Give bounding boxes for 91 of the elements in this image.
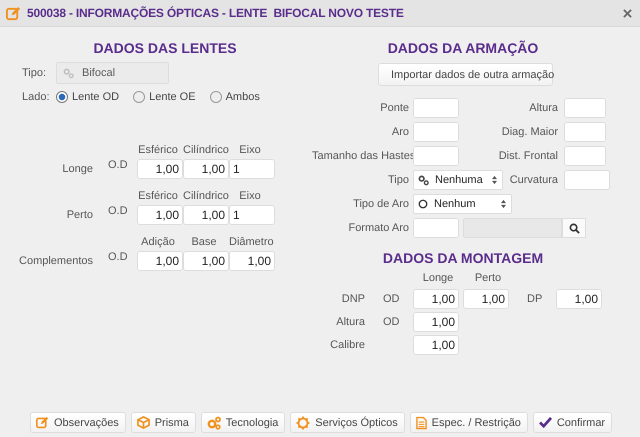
sort-icon — [491, 175, 498, 185]
column-header: Eixo — [238, 144, 262, 156]
input-field[interactable]: 1,00 — [413, 335, 459, 355]
input-field[interactable]: 1 — [229, 159, 275, 179]
circle-icon — [418, 199, 428, 209]
window-title: 500038 - INFORMAÇÕES ÓPTICAS - LENTE BIFOCAL NOVO TESTE — [27, 6, 404, 20]
edit-icon — [36, 416, 49, 429]
eye-label: OD — [382, 293, 400, 305]
field-label: Tipo de Aro — [352, 198, 409, 210]
radio-option[interactable]: Lente OE — [133, 91, 196, 103]
input-field[interactable]: 1,00 — [413, 312, 459, 332]
edit-icon — [6, 6, 21, 20]
cube-icon — [136, 416, 150, 429]
eye-label: O.D — [107, 159, 129, 171]
column-header: Base — [190, 236, 218, 248]
gears-icon — [418, 174, 429, 186]
field-label: Dist. Frontal — [498, 150, 558, 162]
eye-label: OD — [382, 316, 400, 328]
radio-button[interactable] — [133, 91, 146, 103]
field-label: Ponte — [379, 102, 409, 114]
input-field[interactable] — [564, 170, 610, 190]
column-header: Cilíndrico — [183, 190, 229, 202]
input-field[interactable]: 1,00 — [183, 251, 229, 271]
input-field[interactable] — [413, 218, 459, 238]
input-field[interactable]: 1,00 — [137, 159, 183, 179]
input-field[interactable] — [564, 122, 606, 142]
column-header: Eixo — [238, 190, 262, 202]
field-label: Altura — [529, 102, 558, 114]
input-field[interactable] — [413, 146, 459, 166]
input-field[interactable]: 1 — [229, 205, 275, 225]
section-heading: DADOS DA ARMAÇÃO — [386, 40, 540, 57]
footer-button[interactable]: Observações — [30, 412, 126, 433]
select-field[interactable]: Nenhuma — [413, 170, 503, 190]
gears-icon — [63, 68, 74, 78]
radio-button[interactable] — [210, 91, 222, 103]
row-label: Perto — [66, 209, 93, 221]
column-header: Perto — [474, 272, 502, 286]
eye-label: O.D — [107, 205, 129, 217]
field-label: Tipo: — [22, 67, 48, 79]
footer-button[interactable]: Espec. / Restrição — [410, 412, 528, 433]
input-field[interactable] — [564, 146, 606, 166]
field-label: Tipo — [387, 174, 409, 186]
radio-option[interactable]: Lente OD — [56, 91, 120, 103]
column-header: Longe — [422, 272, 454, 286]
field-label: DP — [527, 293, 544, 305]
field-label: Diag. Maior — [502, 126, 558, 138]
search-button[interactable] — [562, 218, 586, 238]
row-label: Altura — [335, 316, 365, 328]
sort-icon — [500, 199, 507, 209]
input-field[interactable]: 1,00 — [556, 289, 602, 309]
column-header: Cilíndrico — [183, 144, 229, 156]
input-field[interactable]: 1,00 — [183, 159, 229, 179]
input-field[interactable] — [564, 98, 606, 118]
input-field[interactable] — [413, 122, 459, 142]
select-field[interactable]: Nenhum — [413, 194, 512, 214]
input-field[interactable]: 1,00 — [463, 289, 509, 309]
search-icon — [568, 222, 580, 234]
close-button[interactable] — [621, 6, 634, 20]
section-heading: DADOS DAS LENTES — [92, 40, 238, 57]
row-label: Complementos — [18, 255, 93, 267]
eye-label: O.D — [107, 251, 129, 263]
gears-icon — [206, 416, 221, 430]
import-button[interactable]: Importar dados de outra armação — [378, 63, 553, 86]
input-field[interactable]: 1,00 — [229, 251, 275, 271]
footer-button[interactable]: Confirmar — [532, 412, 612, 433]
column-header: Adição — [140, 236, 176, 248]
input-field[interactable] — [413, 98, 459, 118]
document-icon — [416, 416, 427, 430]
footer-button[interactable]: Prisma — [130, 412, 196, 433]
close-icon — [623, 8, 632, 18]
column-header: Esférico — [137, 144, 179, 156]
field-label: Aro — [390, 126, 409, 138]
input-field[interactable]: 1,00 — [137, 251, 183, 271]
input-field[interactable]: 1,00 — [183, 205, 229, 225]
field-label: Formato Aro — [347, 222, 409, 234]
row-label: Calibre — [329, 339, 365, 351]
checkmark-icon — [538, 417, 552, 428]
footer-button[interactable]: Serviços Ópticos — [290, 412, 405, 433]
radio-button[interactable] — [56, 91, 68, 103]
field-label: Curvatura — [510, 174, 558, 186]
input-field[interactable]: 1,00 — [413, 289, 459, 309]
field-label: Lado: — [22, 91, 51, 103]
column-header: Esférico — [137, 190, 179, 202]
section-heading: DADOS DA MONTAGEM — [382, 250, 544, 267]
row-label: Longe — [61, 163, 93, 175]
input-field[interactable]: 1,00 — [137, 205, 183, 225]
row-label: DNP — [340, 293, 365, 305]
radio-option[interactable]: Ambos — [210, 91, 260, 103]
footer-button[interactable]: Tecnologia — [200, 412, 286, 433]
gear-icon — [296, 416, 310, 430]
column-header: Diâmetro — [229, 236, 275, 248]
